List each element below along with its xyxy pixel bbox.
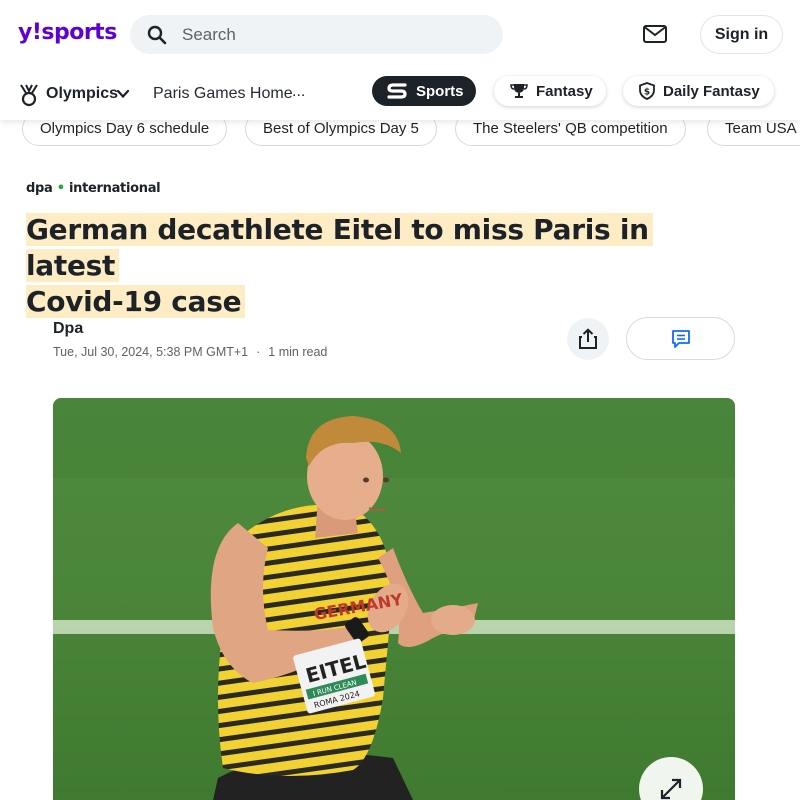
trophy-icon (510, 84, 528, 98)
article-headline: German decathlete Eitel to miss Paris in… (26, 212, 706, 320)
sub-navigation: Olympics Paris Games Home ... Sports Fan… (0, 68, 800, 120)
svg-text:$: $ (644, 88, 650, 98)
paris-games-home-link[interactable]: Paris Games Home (153, 85, 293, 103)
expand-arrows-icon (660, 778, 682, 800)
source-suffix: international (68, 181, 161, 196)
sports-s-logo-icon (387, 83, 407, 99)
top-header: y!sports Sign in (0, 0, 800, 68)
fantasy-pill-label: Fantasy (536, 82, 593, 100)
fantasy-pill-button[interactable]: Fantasy (494, 76, 606, 106)
daily-fantasy-pill-button[interactable]: $ Daily Fantasy (623, 76, 774, 106)
sports-pill-label: Sports (416, 82, 464, 100)
author-name[interactable]: Dpa (53, 320, 83, 338)
publish-date: Tue, Jul 30, 2024, 5:38 PM GMT+1 (53, 345, 249, 359)
comment-bubble-icon (672, 330, 690, 348)
sports-pill-button[interactable]: Sports (372, 76, 476, 106)
logo-mark: y! (18, 20, 42, 45)
chevron-down-icon[interactable] (116, 87, 130, 101)
envelope-icon[interactable] (642, 24, 668, 44)
olympic-medal-icon (20, 84, 38, 107)
share-button[interactable] (567, 318, 609, 360)
search-input[interactable] (182, 15, 482, 54)
meta-separator: · (256, 345, 261, 359)
read-time: 1 min read (268, 345, 328, 359)
dpa-international-source-logo[interactable]: dpa • international (26, 181, 161, 196)
article-hero-image[interactable]: GERMANY EITEL I RUN CLEAN ROMA 2024 (53, 398, 735, 800)
comments-button[interactable] (626, 317, 735, 360)
source-name: dpa (26, 181, 53, 196)
shield-dollar-icon: $ (639, 82, 655, 100)
article-meta: Tue, Jul 30, 2024, 5:38 PM GMT+1 · 1 min r… (53, 345, 327, 359)
section-olympics-label[interactable]: Olympics (46, 85, 118, 103)
logo-text: sports (41, 20, 117, 45)
search-icon[interactable] (147, 25, 167, 45)
source-dot: • (56, 181, 65, 196)
headline-line-1: German decathlete Eitel to miss Paris in… (26, 213, 653, 282)
more-menu-button[interactable]: ... (292, 83, 305, 101)
yahoo-sports-logo[interactable]: y!sports (18, 20, 117, 45)
headline-line-2: Covid-19 case (26, 285, 246, 318)
daily-fantasy-pill-label: Daily Fantasy (663, 82, 760, 100)
sign-in-button[interactable]: Sign in (700, 15, 783, 54)
share-upload-icon (579, 328, 597, 349)
search-bar[interactable] (130, 15, 503, 54)
decathlete-photo: GERMANY EITEL I RUN CLEAN ROMA 2024 (53, 398, 735, 800)
